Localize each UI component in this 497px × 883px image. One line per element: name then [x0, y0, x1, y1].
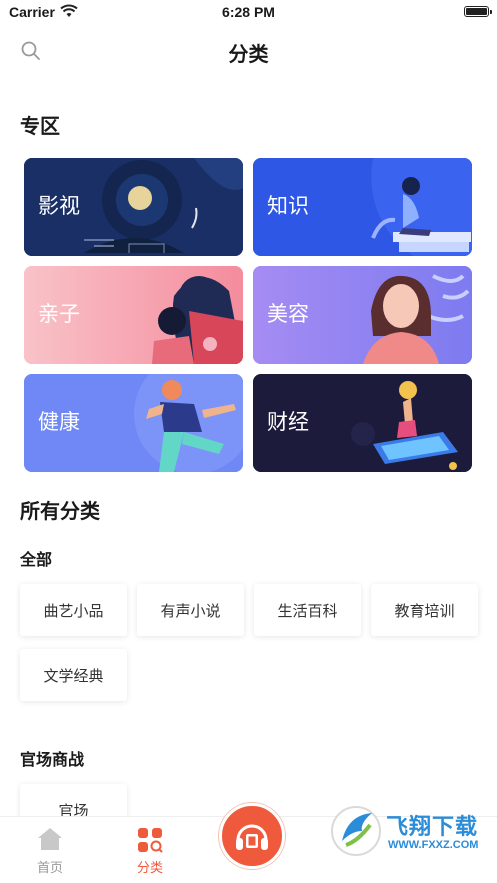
zone-title: 专区	[20, 114, 60, 138]
tab-label: 分类	[136, 861, 163, 876]
card-health[interactable]: 健康	[24, 374, 243, 472]
category-icon	[138, 828, 163, 853]
category-chip[interactable]: 生活百科	[254, 584, 361, 636]
category-chip[interactable]: 有声小说	[137, 584, 244, 636]
group-title-officialdom: 官场商战	[20, 750, 85, 769]
card-label: 影视	[38, 194, 80, 218]
category-chip[interactable]: 文学经典	[20, 649, 127, 701]
card-label: 知识	[267, 194, 309, 218]
card-label: 亲子	[38, 302, 80, 326]
card-finance[interactable]: 财经	[253, 374, 472, 472]
tab-category[interactable]: 分类	[110, 817, 190, 883]
watermark-emblem-icon	[331, 806, 381, 856]
headphones-icon	[236, 824, 268, 850]
card-knowledge[interactable]: 知识	[253, 158, 472, 256]
card-film[interactable]: 影视	[24, 158, 243, 256]
clock: 6:28 PM	[222, 4, 275, 20]
tab-bar: 首页 分类 飞翔下载 WWW.FXXZ.COM	[0, 803, 497, 883]
group-title-all: 全部	[20, 550, 53, 569]
all-categories-title: 所有分类	[20, 499, 100, 523]
nav-bar: 分类	[0, 26, 497, 80]
card-beauty[interactable]: 美容	[253, 266, 472, 364]
status-bar: Carrier 6:28 PM	[0, 0, 497, 26]
tab-home[interactable]: 首页	[10, 817, 90, 883]
battery-icon	[464, 6, 492, 17]
category-chip[interactable]: 曲艺小品	[20, 584, 127, 636]
watermark-url: WWW.FXXZ.COM	[388, 839, 479, 851]
watermark-text: 飞翔下载	[386, 815, 479, 840]
home-icon	[38, 828, 62, 850]
card-label: 健康	[38, 410, 80, 434]
card-label: 财经	[267, 410, 309, 434]
watermark-logo: 飞翔下载 WWW.FXXZ.COM	[330, 797, 495, 863]
tab-label: 首页	[36, 861, 63, 876]
category-chip[interactable]: 教育培训	[371, 584, 478, 636]
card-parenting[interactable]: 亲子	[24, 266, 243, 364]
player-button[interactable]	[219, 803, 285, 869]
card-label: 美容	[267, 302, 309, 326]
page-title: 分类	[228, 42, 269, 66]
